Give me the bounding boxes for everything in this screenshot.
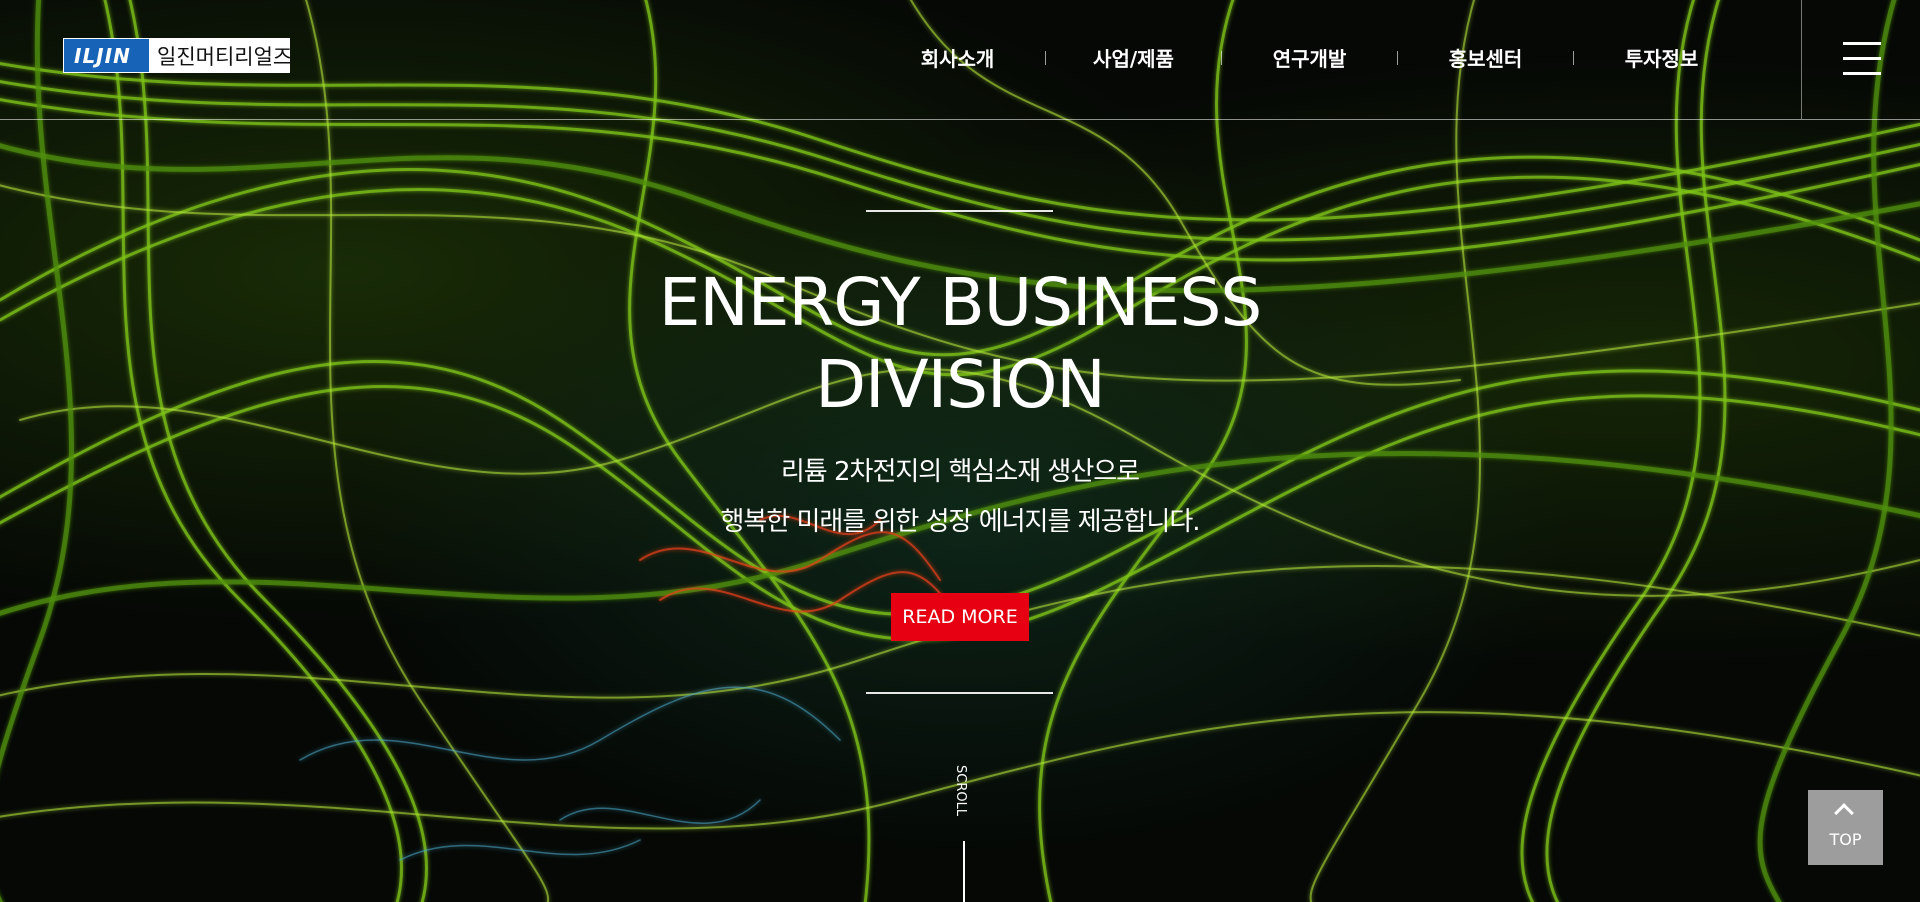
nav-item-research[interactable]: 연구개발: [1222, 43, 1397, 72]
scroll-indicator-label: SCROLL: [953, 765, 968, 817]
nav-item-investor[interactable]: 투자정보: [1574, 43, 1749, 72]
hero-title: ENERGY BUSINESS DIVISION: [658, 264, 1263, 423]
read-more-button[interactable]: READ MORE: [891, 593, 1029, 641]
hero-subtitle: 리튬 2차전지의 핵심소재 생산으로 행복한 미래를 위한 성장 에너지를 제공…: [560, 447, 1360, 547]
back-to-top-button[interactable]: TOP: [1808, 790, 1883, 865]
main-nav: 회사소개 사업/제품 연구개발 홍보센터 투자정보: [870, 43, 1749, 72]
nav-item-business[interactable]: 사업/제품: [1046, 43, 1221, 72]
site-header: ILJIN 일진머티리얼즈 회사소개 사업/제품 연구개발 홍보센터 투자정보: [0, 0, 1920, 120]
top-button-label: TOP: [1829, 830, 1862, 849]
hero-top-line: [866, 210, 1053, 212]
nav-item-company[interactable]: 회사소개: [870, 43, 1045, 72]
hero-subtitle-line-1: 리튬 2차전지의 핵심소재 생산으로: [780, 457, 1140, 487]
scroll-indicator-line: [963, 841, 965, 902]
company-logo[interactable]: ILJIN 일진머티리얼즈: [63, 38, 292, 73]
header-divider: [1801, 0, 1802, 119]
hero-subtitle-line-2: 행복한 미래를 위한 성장 에너지를 제공합니다.: [720, 507, 1200, 537]
page: ILJIN 일진머티리얼즈 회사소개 사업/제품 연구개발 홍보센터 투자정보 …: [0, 0, 1920, 902]
chevron-up-icon: [1834, 803, 1854, 823]
hamburger-menu-icon[interactable]: [1843, 42, 1881, 75]
logo-company-name: 일진머티리얼즈: [149, 39, 292, 72]
hero-bottom-line: [866, 692, 1053, 694]
nav-item-pr-center[interactable]: 홍보센터: [1398, 43, 1573, 72]
logo-mark: ILJIN: [64, 39, 149, 72]
